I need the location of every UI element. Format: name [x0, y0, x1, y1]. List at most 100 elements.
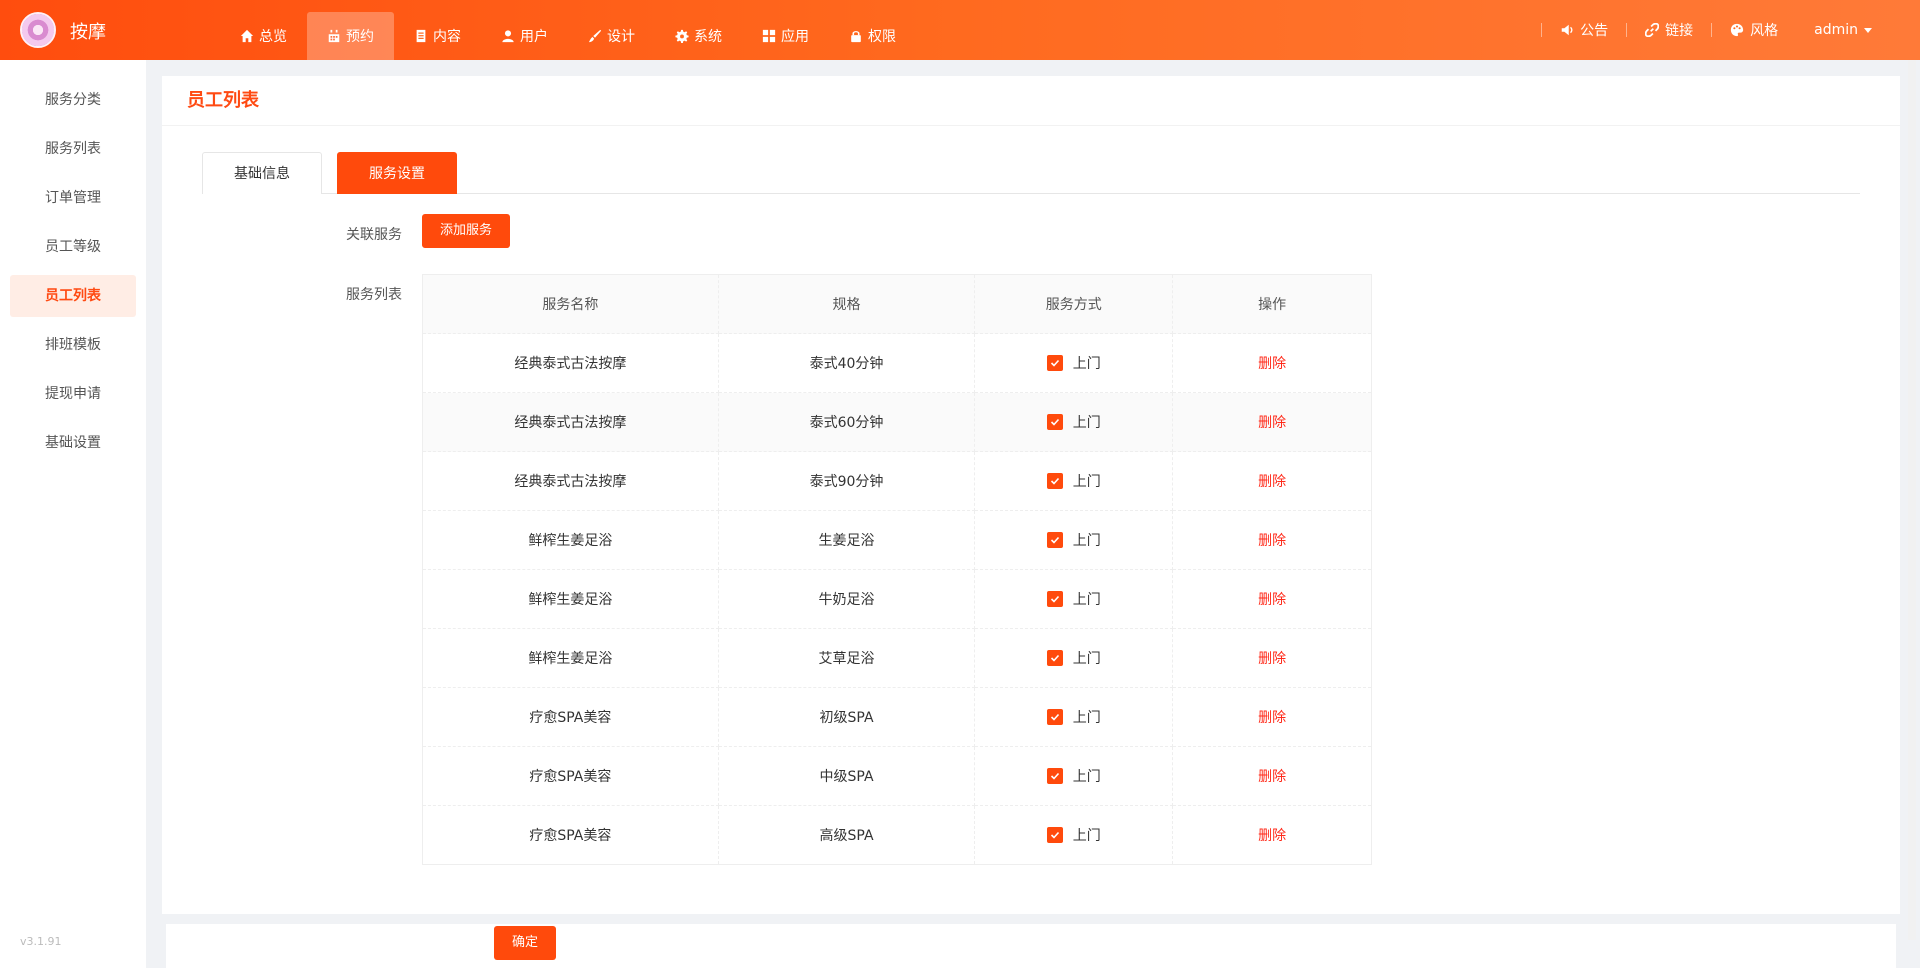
- sidebar-item-basic-settings[interactable]: 基础设置: [10, 422, 136, 464]
- style-button[interactable]: 风格: [1712, 20, 1796, 40]
- cell-action: 删除: [1172, 451, 1372, 511]
- method-checkbox[interactable]: 上门: [1046, 530, 1101, 550]
- link-button[interactable]: 链接: [1627, 20, 1711, 40]
- sidebar-item-orders[interactable]: 订单管理: [10, 177, 136, 219]
- cell-spec: 泰式60分钟: [717, 392, 976, 452]
- method-checkbox[interactable]: 上门: [1046, 766, 1101, 786]
- add-service-button[interactable]: 添加服务: [422, 214, 510, 248]
- top-header: 按摩 总览 预约 内容 用户 设计 系统 应用 权限 公告 链接 风格 admi…: [0, 0, 1920, 60]
- nav-label: 内容: [433, 29, 461, 45]
- username: admin: [1814, 22, 1858, 38]
- cell-action: 删除: [1172, 569, 1372, 629]
- method-checkbox[interactable]: 上门: [1046, 412, 1101, 432]
- sidebar-item-staff-list[interactable]: 员工列表: [10, 275, 136, 317]
- checkbox-checked-icon: [1046, 473, 1063, 489]
- sidebar-item-service-list[interactable]: 服务列表: [10, 128, 136, 170]
- nav-label: 预约: [346, 29, 374, 45]
- version-text: v3.1.91: [20, 935, 62, 948]
- caret-down-icon: [1864, 27, 1872, 33]
- link-label: 链接: [1665, 23, 1694, 39]
- method-checkbox[interactable]: 上门: [1046, 589, 1101, 609]
- cell-service-name: 经典泰式古法按摩: [422, 392, 719, 452]
- cell-service-name: 经典泰式古法按摩: [422, 451, 719, 511]
- link-icon: [1645, 23, 1660, 37]
- cell-action: 删除: [1172, 746, 1372, 806]
- gear-icon: [675, 29, 689, 43]
- cell-service-name: 鲜榨生姜足浴: [422, 628, 719, 688]
- table-row: 经典泰式古法按摩 泰式60分钟 上门 删除: [422, 392, 1372, 452]
- nav-label: 系统: [694, 29, 722, 45]
- method-checkbox[interactable]: 上门: [1046, 648, 1101, 668]
- method-checkbox[interactable]: 上门: [1046, 353, 1101, 373]
- nav-design[interactable]: 设计: [568, 12, 655, 60]
- cell-service-name: 鲜榨生姜足浴: [422, 569, 719, 629]
- nav-permission[interactable]: 权限: [829, 12, 916, 60]
- nav-label: 权限: [868, 29, 896, 45]
- top-nav: 总览 预约 内容 用户 设计 系统 应用 权限: [220, 0, 916, 60]
- table-row: 鲜榨生姜足浴 生姜足浴 上门 删除: [422, 510, 1372, 570]
- cell-method: 上门: [974, 510, 1174, 570]
- method-label: 上门: [1072, 474, 1101, 490]
- cell-service-name: 疗愈SPA美容: [422, 746, 719, 806]
- notice-button[interactable]: 公告: [1542, 20, 1626, 40]
- delete-link[interactable]: 删除: [1258, 651, 1286, 667]
- cell-method: 上门: [974, 569, 1174, 629]
- cell-spec: 艾草足浴: [717, 628, 976, 688]
- speaker-icon: [1560, 23, 1574, 37]
- checkbox-checked-icon: [1046, 709, 1063, 725]
- method-checkbox[interactable]: 上门: [1046, 471, 1101, 491]
- nav-label: 总览: [259, 29, 287, 45]
- nav-user[interactable]: 用户: [481, 12, 568, 60]
- calendar-icon: [327, 29, 341, 43]
- top-right-tools: 公告 链接 风格 admin: [1541, 0, 1890, 60]
- cell-method: 上门: [974, 687, 1174, 747]
- delete-link[interactable]: 删除: [1258, 533, 1286, 549]
- delete-link[interactable]: 删除: [1258, 356, 1286, 372]
- delete-link[interactable]: 删除: [1258, 474, 1286, 490]
- delete-link[interactable]: 删除: [1258, 592, 1286, 608]
- cell-spec: 高级SPA: [717, 805, 976, 865]
- tab-bar: 基础信息 服务设置: [202, 152, 1860, 194]
- method-label: 上门: [1072, 651, 1101, 667]
- checkbox-checked-icon: [1046, 827, 1063, 843]
- nav-booking[interactable]: 预约: [307, 12, 394, 60]
- checkbox-checked-icon: [1046, 650, 1063, 666]
- document-icon: [414, 29, 428, 43]
- related-service-label: 关联服务: [346, 227, 402, 243]
- nav-overview[interactable]: 总览: [220, 12, 307, 60]
- tab-service-settings[interactable]: 服务设置: [337, 152, 457, 194]
- sidebar-item-service-category[interactable]: 服务分类: [10, 79, 136, 121]
- method-checkbox[interactable]: 上门: [1046, 707, 1101, 727]
- nav-system[interactable]: 系统: [655, 12, 742, 60]
- nav-label: 设计: [607, 29, 635, 45]
- tab-basic-info[interactable]: 基础信息: [202, 152, 322, 194]
- sidebar-item-withdraw[interactable]: 提现申请: [10, 373, 136, 415]
- sidebar-item-schedule-template[interactable]: 排班模板: [10, 324, 136, 366]
- delete-link[interactable]: 删除: [1258, 710, 1286, 726]
- user-menu[interactable]: admin: [1796, 22, 1890, 38]
- page-scrollbar[interactable]: [1908, 60, 1916, 940]
- nav-label: 应用: [781, 29, 809, 45]
- nav-apps[interactable]: 应用: [742, 12, 829, 60]
- cell-action: 删除: [1172, 510, 1372, 570]
- checkbox-checked-icon: [1046, 355, 1063, 371]
- cell-service-name: 经典泰式古法按摩: [422, 333, 719, 393]
- delete-link[interactable]: 删除: [1258, 828, 1286, 844]
- table-row: 经典泰式古法按摩 泰式40分钟 上门 删除: [422, 333, 1372, 393]
- nav-content[interactable]: 内容: [394, 12, 481, 60]
- cell-method: 上门: [974, 451, 1174, 511]
- app-logo[interactable]: [20, 12, 56, 48]
- nav-label: 用户: [520, 29, 548, 45]
- sidebar-item-staff-level[interactable]: 员工等级: [10, 226, 136, 268]
- column-header-name: 服务名称: [422, 274, 719, 334]
- sidebar: 服务分类 服务列表 订单管理 员工等级 员工列表 排班模板 提现申请 基础设置 …: [0, 60, 146, 968]
- confirm-button[interactable]: 确定: [494, 926, 556, 960]
- table-row: 疗愈SPA美容 初级SPA 上门 删除: [422, 687, 1372, 747]
- delete-link[interactable]: 删除: [1258, 415, 1286, 431]
- home-icon: [240, 29, 254, 43]
- method-checkbox[interactable]: 上门: [1046, 825, 1101, 845]
- cell-action: 删除: [1172, 805, 1372, 865]
- brand-name: 按摩: [70, 22, 106, 43]
- column-header-action: 操作: [1172, 274, 1372, 334]
- delete-link[interactable]: 删除: [1258, 769, 1286, 785]
